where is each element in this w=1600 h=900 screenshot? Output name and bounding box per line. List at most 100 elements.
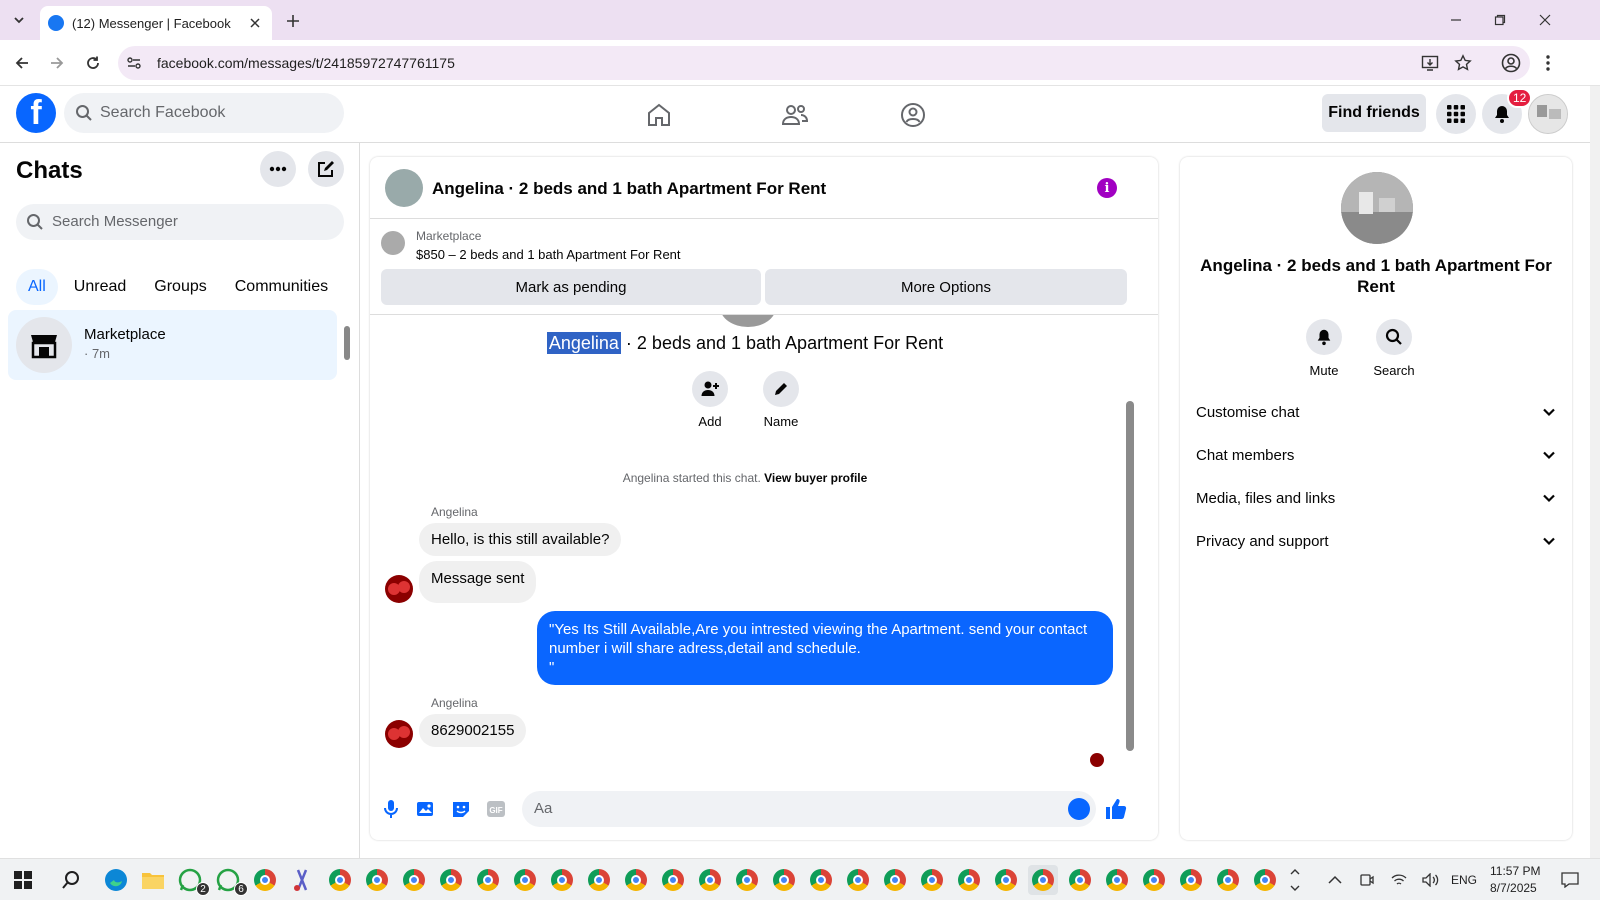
chrome-window-icon[interactable] xyxy=(1065,865,1095,895)
conversation-info-icon[interactable]: i xyxy=(1097,178,1117,198)
chrome-window-icon[interactable] xyxy=(362,865,392,895)
section-chat-members[interactable]: Chat members xyxy=(1196,437,1556,473)
gif-icon[interactable]: GIF xyxy=(484,797,508,821)
chrome-window-icon[interactable] xyxy=(806,865,836,895)
conversation-avatar[interactable] xyxy=(385,169,423,207)
thumbs-up-icon[interactable] xyxy=(1104,797,1128,821)
message-bubble[interactable]: Message sent xyxy=(419,561,537,603)
section-privacy-support[interactable]: Privacy and support xyxy=(1196,523,1556,559)
sidebar-scroll-thumb[interactable] xyxy=(344,326,350,360)
chrome-icon[interactable] xyxy=(250,865,280,895)
close-tab-icon[interactable] xyxy=(246,14,264,32)
messenger-search-input[interactable]: Search Messenger xyxy=(16,204,344,240)
bookmark-star-icon[interactable] xyxy=(1453,53,1473,73)
filter-groups[interactable]: Groups xyxy=(142,269,218,305)
menu-grid-icon[interactable] xyxy=(1436,94,1476,134)
chrome-window-icon[interactable] xyxy=(658,865,688,895)
facebook-search-input[interactable]: Search Facebook xyxy=(64,93,344,133)
chrome-window-icon[interactable] xyxy=(695,865,725,895)
emoji-icon[interactable] xyxy=(1068,798,1090,820)
message-bubble[interactable]: 8629002155 xyxy=(419,714,527,747)
section-media-files-links[interactable]: Media, files and links xyxy=(1196,480,1556,516)
chrome-window-icon[interactable] xyxy=(399,865,429,895)
pencil-icon[interactable] xyxy=(763,371,799,407)
tab-search-chevron-icon[interactable] xyxy=(5,8,33,32)
taskbar-search-icon[interactable] xyxy=(56,865,86,895)
name-action[interactable]: Name xyxy=(751,371,811,429)
close-window-icon[interactable] xyxy=(1533,10,1557,30)
add-person-action[interactable]: Add xyxy=(680,371,740,429)
message-input[interactable]: Aa xyxy=(522,791,1096,827)
sender-avatar[interactable] xyxy=(385,575,413,603)
browser-menu-icon[interactable] xyxy=(1537,52,1559,74)
more-options-button[interactable]: More Options xyxy=(765,269,1127,305)
listing-title[interactable]: $850 – 2 beds and 1 bath Apartment For R… xyxy=(416,247,681,262)
outgoing-message-bubble[interactable]: "Yes Its Still Available,Are you intrest… xyxy=(537,611,1113,685)
message-bubble[interactable]: Hello, is this still available? xyxy=(419,523,622,556)
taskbar-scroll-icon[interactable] xyxy=(1287,865,1303,895)
chrome-window-icon[interactable] xyxy=(1213,865,1243,895)
chrome-window-icon[interactable] xyxy=(621,865,651,895)
chrome-window-icon[interactable] xyxy=(843,865,873,895)
filter-all[interactable]: All xyxy=(16,269,58,305)
search-action[interactable]: Search xyxy=(1364,319,1424,378)
account-avatar[interactable] xyxy=(1528,94,1568,134)
conversation-title[interactable]: Angelina · 2 beds and 1 bath Apartment F… xyxy=(432,179,826,199)
message-scroll-thumb[interactable] xyxy=(1126,401,1134,751)
chrome-window-icon[interactable] xyxy=(1176,865,1206,895)
mute-action[interactable]: Mute xyxy=(1294,319,1354,378)
chrome-window-icon[interactable] xyxy=(510,865,540,895)
friends-icon[interactable] xyxy=(778,98,812,132)
page-scrollbar[interactable] xyxy=(1590,86,1600,858)
file-explorer-icon[interactable] xyxy=(138,865,168,895)
mark-as-pending-button[interactable]: Mark as pending xyxy=(381,269,761,305)
browser-profile-icon[interactable] xyxy=(1500,52,1522,74)
find-friends-button[interactable]: Find friends xyxy=(1322,94,1426,132)
chrome-window-icon[interactable] xyxy=(1250,865,1280,895)
new-message-icon[interactable] xyxy=(308,151,344,187)
forward-icon[interactable] xyxy=(46,52,68,74)
chrome-window-icon[interactable] xyxy=(584,865,614,895)
chrome-window-icon[interactable] xyxy=(954,865,984,895)
more-options-icon[interactable] xyxy=(260,151,296,187)
chrome-window-icon[interactable] xyxy=(991,865,1021,895)
chrome-window-icon[interactable] xyxy=(436,865,466,895)
volume-icon[interactable] xyxy=(1416,865,1446,895)
reload-icon[interactable] xyxy=(82,52,104,74)
show-hidden-icons-icon[interactable] xyxy=(1320,865,1350,895)
chrome-window-icon[interactable] xyxy=(769,865,799,895)
chrome-window-icon[interactable] xyxy=(1139,865,1169,895)
new-tab-icon[interactable] xyxy=(282,10,304,32)
restore-icon[interactable] xyxy=(1488,10,1512,30)
add-person-icon[interactable] xyxy=(692,371,728,407)
search-icon[interactable] xyxy=(1376,319,1412,355)
listing-thumbnail[interactable] xyxy=(381,231,405,255)
install-app-icon[interactable] xyxy=(1420,53,1440,73)
groups-icon[interactable] xyxy=(896,98,930,132)
chrome-window-icon-active[interactable] xyxy=(1028,865,1058,895)
language-indicator[interactable]: ENG xyxy=(1451,873,1477,887)
microphone-icon[interactable] xyxy=(379,797,403,821)
notification-center-icon[interactable] xyxy=(1555,865,1585,895)
sticker-icon[interactable] xyxy=(449,797,473,821)
snipping-tool-icon[interactable] xyxy=(287,865,317,895)
sender-avatar[interactable] xyxy=(385,720,413,748)
filter-unread[interactable]: Unread xyxy=(62,269,138,305)
view-buyer-profile-link[interactable]: View buyer profile xyxy=(764,471,867,485)
meet-now-icon[interactable] xyxy=(1352,865,1382,895)
site-info-icon[interactable] xyxy=(124,53,144,73)
back-icon[interactable] xyxy=(11,52,33,74)
windows-start-icon[interactable] xyxy=(8,865,38,895)
minimize-icon[interactable] xyxy=(1444,10,1468,30)
chat-list-item[interactable]: Marketplace · 7m xyxy=(8,310,337,380)
chrome-window-icon[interactable] xyxy=(325,865,355,895)
browser-tab[interactable]: (12) Messenger | Facebook xyxy=(40,6,272,40)
facebook-logo-icon[interactable]: f xyxy=(16,93,56,133)
clock-date[interactable]: 8/7/2025 xyxy=(1490,881,1537,895)
section-customise-chat[interactable]: Customise chat xyxy=(1196,394,1556,430)
chrome-window-icon[interactable] xyxy=(880,865,910,895)
photo-icon[interactable] xyxy=(414,797,438,821)
clock-time[interactable]: 11:57 PM xyxy=(1490,864,1540,878)
sidebar-scrollbar[interactable] xyxy=(342,308,354,378)
info-panel-avatar[interactable] xyxy=(1341,172,1413,244)
